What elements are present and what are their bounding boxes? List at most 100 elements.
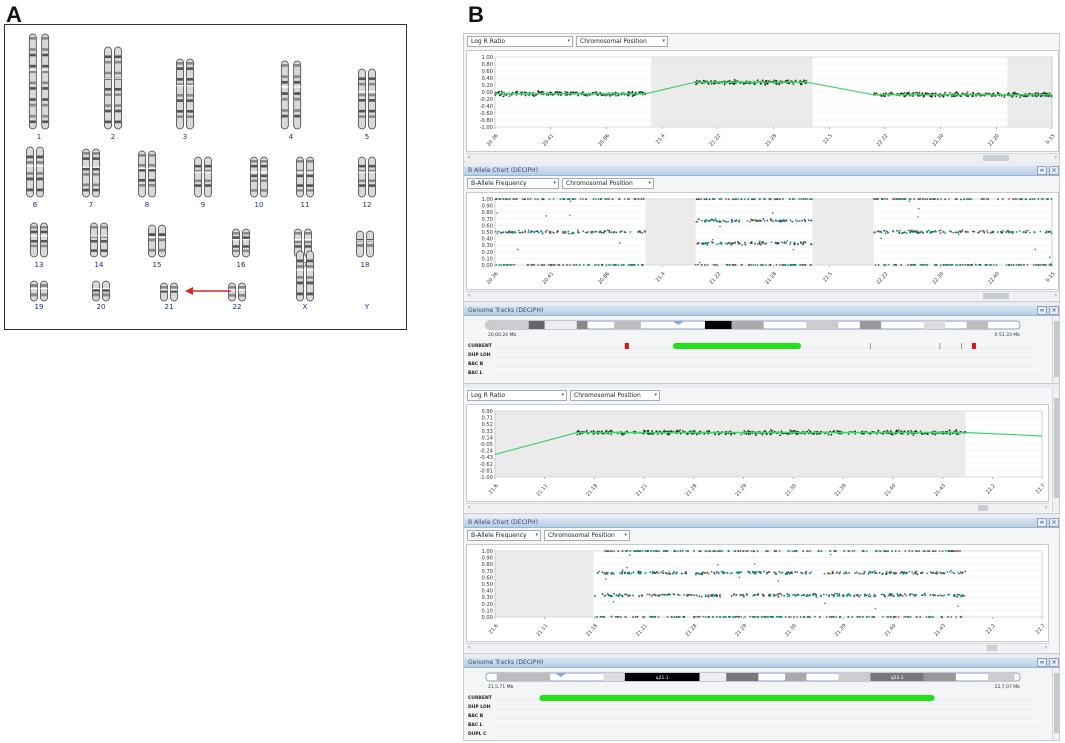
baf-point [1023,263,1025,266]
link-icon[interactable]: ∞ [1037,518,1047,527]
lrr-axis-select-2[interactable]: Chromosomal Position ▾ [570,390,660,401]
baf-point [881,573,884,576]
y-tick-label: 0.90 [481,409,493,415]
horizontal-scrollbar[interactable]: ‹ › [466,643,1049,652]
baf-point [690,594,693,597]
vertical-scrollbar[interactable] [1052,388,1059,512]
close-icon[interactable]: × [1049,518,1059,527]
scroll-right-icon[interactable]: › [1055,154,1057,161]
x-tick-label: 21.29 [734,483,748,498]
baf-point [711,616,714,618]
scroll-left-icon[interactable]: ‹ [468,154,470,161]
baf-metric-select-1[interactable]: B-Allele Frequency ▾ [467,178,559,189]
lrr-point [800,83,803,86]
baf-point [763,219,766,222]
link-icon[interactable]: ∞ [1037,306,1047,315]
baf-point [606,550,608,553]
lrr-point [996,92,999,95]
lrr-plot-1[interactable]: 1.00 0.80 0.60 0.40 0.20 0.00 -0.20 -0.40 -0.60-… [466,50,1059,152]
baf-point [721,550,724,552]
scroll-right-icon[interactable]: › [1045,644,1047,651]
baf-point [1026,264,1029,266]
scroll-left-icon[interactable]: ‹ [468,504,470,511]
scroll-right-icon[interactable]: › [1055,292,1057,299]
baf-point [956,264,959,266]
baf-plot-2[interactable]: 1.00 0.90 0.80 0.70 0.60 0.50 0.40 0.30 0.20 0.10… [466,544,1049,642]
baf-point [1040,198,1043,200]
chromosome-band [233,236,239,239]
baf-point [831,572,834,575]
baf-point [761,241,763,243]
cytoband [966,321,988,329]
baf-point [768,198,771,200]
baf-point [615,594,618,597]
lrr-point [1037,92,1040,95]
baf-point [753,198,756,200]
baf-point [1049,230,1052,233]
pane-title: B Allele Chart (DECIPH) [468,519,538,526]
baf-point [756,243,759,245]
close-icon[interactable]: × [1049,306,1059,315]
lrr-point [912,434,915,436]
baf-point [875,550,877,552]
y-tick-label: 1.00 [481,549,493,555]
scroll-thumb[interactable] [983,155,1009,161]
baf-point [519,231,522,234]
baf-axis-select-1[interactable]: Chromosomal Position ▾ [562,178,654,189]
baf-point [799,616,802,618]
baf-point [963,198,965,201]
y-tick-label: -0.81 [480,468,493,474]
chromosome-band [29,53,36,57]
vertical-scrollbar[interactable] [1052,669,1059,740]
baf-point [908,200,911,203]
horizontal-scrollbar[interactable]: ‹ › [466,291,1059,300]
baf-plot-1[interactable]: 1.00 0.90 0.80 0.70 0.60 0.50 0.40 0.30 0.20 0.10… [466,192,1059,290]
chromosome-band [115,88,121,91]
vertical-scrollbar[interactable] [1052,317,1059,383]
baf-point [742,594,745,597]
lrr-point [556,90,559,93]
close-icon[interactable]: × [1049,658,1059,667]
link-icon[interactable]: ∞ [1037,166,1047,175]
scroll-thumb[interactable] [1054,398,1059,498]
scroll-thumb[interactable] [978,505,988,511]
genome-tracks-1[interactable]: 20,00,24 Mb X 51,33 MbCURRENTDUP LOHBAC B… [466,317,1050,383]
chromosome-band [243,232,249,235]
close-icon[interactable]: × [1049,166,1059,175]
baf-point [577,231,579,234]
chromosome-band [29,70,36,74]
baf-point [796,571,799,574]
link-icon[interactable]: ∞ [1037,658,1047,667]
genome-tracks-2[interactable]: q21.1 q22.321,5,71 Mb 22,7,07 MbCURRENTDUP… [466,669,1050,741]
horizontal-scrollbar[interactable]: ‹ › [466,503,1049,512]
baf-point [791,550,794,553]
scroll-left-icon[interactable]: ‹ [468,292,470,299]
scroll-thumb[interactable] [987,645,997,651]
horizontal-scrollbar[interactable]: ‹ › [466,153,1059,162]
scroll-thumb[interactable] [983,293,1009,299]
chromosome-pair: 16 [232,228,250,269]
baf-metric-select-2[interactable]: B-Allele Frequency ▾ [467,530,541,541]
lrr-point [803,79,806,82]
baf-point [761,615,764,618]
chromosome-band [281,75,288,79]
baf-point [781,220,784,223]
baf-point [497,230,500,233]
chromosome-band [205,184,211,187]
baf-axis-select-2[interactable]: Chromosomal Position ▾ [544,530,630,541]
scroll-left-icon[interactable]: ‹ [468,644,470,651]
lrr-point [524,94,527,97]
baf-point [624,231,627,234]
lrr-axis-select-1[interactable]: Chromosomal Position ▾ [576,36,668,47]
lrr-metric-select-2[interactable]: Log R Ratio ▾ [467,390,567,401]
scroll-right-icon[interactable]: › [1045,504,1047,511]
scroll-thumb[interactable] [1054,673,1059,733]
lrr-point [663,429,666,432]
lrr-plot-2[interactable]: 0.90 0.71 0.52 0.33 0.14 -0.05 -0.24 -0.43 -0.62… [466,404,1049,502]
lrr-metric-select-1[interactable]: Log R Ratio ▾ [467,36,573,47]
baf-point [783,594,786,597]
baf-point [533,264,536,266]
scroll-thumb[interactable] [1054,321,1059,377]
chromosome-pair: 12 [358,156,376,209]
baf-point [708,198,711,201]
